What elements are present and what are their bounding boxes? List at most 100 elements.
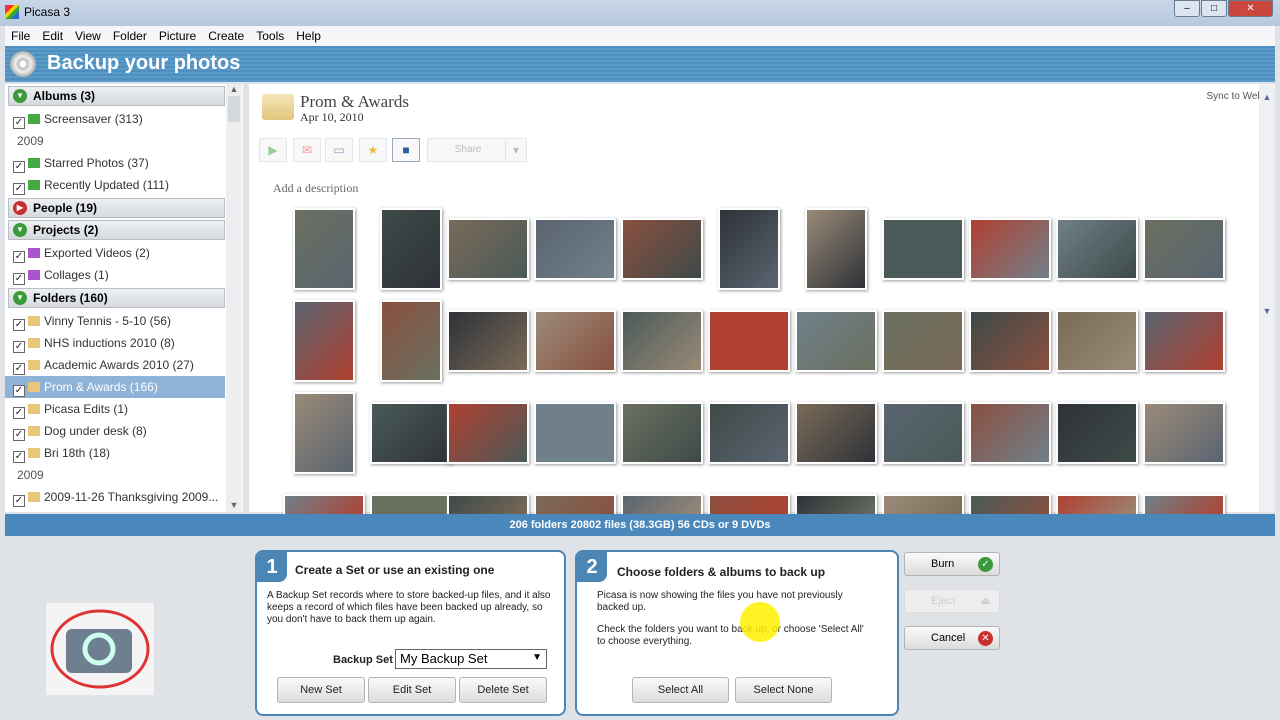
photo-thumbnail[interactable]: [795, 310, 877, 372]
sidebar-item[interactable]: ✓ Prom & Awards (166): [5, 376, 225, 398]
photo-thumbnail[interactable]: [969, 218, 1051, 280]
photo-thumbnail[interactable]: [534, 310, 616, 372]
checkbox[interactable]: ✓: [13, 451, 25, 463]
checkbox[interactable]: ✓: [13, 273, 25, 285]
checkbox[interactable]: ✓: [13, 183, 25, 195]
sidebar-item[interactable]: ✓ Picasa Edits (1): [5, 398, 225, 420]
sync-to-web-button[interactable]: Sync to Web: [1206, 91, 1263, 102]
photo-thumbnail[interactable]: [380, 300, 442, 382]
photo-thumbnail[interactable]: [1056, 310, 1138, 372]
cancel-button[interactable]: Cancel ✕: [904, 626, 1000, 650]
photo-thumbnail[interactable]: [882, 310, 964, 372]
photo-thumbnail[interactable]: [621, 310, 703, 372]
photo-thumbnail[interactable]: [293, 300, 355, 382]
photo-thumbnail[interactable]: [293, 208, 355, 290]
photo-thumbnail[interactable]: [1056, 402, 1138, 464]
expand-icon[interactable]: ▼: [13, 223, 27, 237]
sidebar-item[interactable]: ✓Christmas 2009 (56): [5, 508, 225, 512]
play-icon[interactable]: ▶: [259, 138, 287, 162]
photo-thumbnail[interactable]: [795, 402, 877, 464]
section-header[interactable]: ▼ Folders (160): [8, 288, 225, 308]
checkbox[interactable]: ✓: [13, 429, 25, 441]
select-none-button[interactable]: Select None: [735, 677, 832, 703]
sidebar-item[interactable]: ✓ Vinny Tennis - 5-10 (56): [5, 310, 225, 332]
delete-set-button[interactable]: Delete Set: [459, 677, 547, 703]
photo-thumbnail[interactable]: [969, 310, 1051, 372]
sidebar-item[interactable]: ✓ Collages (1): [5, 264, 225, 286]
photo-thumbnail[interactable]: [718, 208, 780, 290]
minimize-button[interactable]: –: [1174, 0, 1200, 17]
expand-icon[interactable]: ▼: [13, 291, 27, 305]
checkbox[interactable]: ✓: [13, 341, 25, 353]
photo-thumbnail[interactable]: [805, 208, 867, 290]
photo-thumbnail[interactable]: [621, 402, 703, 464]
menu-folder[interactable]: Folder: [107, 26, 153, 43]
select-all-button[interactable]: Select All: [632, 677, 729, 703]
sidebar-item[interactable]: ✓ Recently Updated (111): [5, 174, 225, 196]
edit-set-button[interactable]: Edit Set: [368, 677, 456, 703]
backup-set-select[interactable]: My Backup Set ▼: [395, 649, 547, 669]
photo-thumbnail[interactable]: [969, 402, 1051, 464]
photo-thumbnail[interactable]: [621, 218, 703, 280]
sidebar-item[interactable]: ✓ 2009-11-26 Thanksgiving 2009...: [5, 486, 225, 508]
photo-thumbnail[interactable]: [708, 310, 790, 372]
photo-thumbnail[interactable]: [447, 402, 529, 464]
sidebar-scrollbar[interactable]: ▲ ▼: [226, 84, 242, 512]
description-field[interactable]: Add a description: [273, 181, 358, 196]
burn-button[interactable]: Burn ✓: [904, 552, 1000, 576]
share-dropdown-icon[interactable]: ▾: [505, 138, 527, 162]
photo-thumbnail[interactable]: [1056, 218, 1138, 280]
photo-thumbnail[interactable]: [534, 402, 616, 464]
maximize-button[interactable]: □: [1201, 0, 1227, 17]
expand-icon[interactable]: ▼: [13, 89, 27, 103]
section-header[interactable]: ▼ Albums (3): [8, 86, 225, 106]
sidebar-item[interactable]: ✓ Academic Awards 2010 (27): [5, 354, 225, 376]
sidebar-item[interactable]: ✓ Starred Photos (37): [5, 152, 225, 174]
sidebar-item[interactable]: ✓ Screensaver (313): [5, 108, 225, 130]
menu-edit[interactable]: Edit: [36, 26, 69, 43]
photo-thumbnail[interactable]: [380, 208, 442, 290]
photo-thumbnail[interactable]: [882, 402, 964, 464]
photo-thumbnail[interactable]: [1143, 310, 1225, 372]
email-icon[interactable]: ✉: [293, 138, 321, 162]
share-button[interactable]: Share: [427, 138, 509, 162]
sidebar-item[interactable]: ✓ Bri 18th (18): [5, 442, 225, 464]
close-button[interactable]: ✕: [1228, 0, 1273, 17]
menu-tools[interactable]: Tools: [250, 26, 290, 43]
expand-icon[interactable]: ▶: [13, 201, 27, 215]
save-icon[interactable]: ■: [392, 138, 420, 162]
menu-help[interactable]: Help: [290, 26, 327, 43]
checkbox[interactable]: ✓: [13, 117, 25, 129]
checkbox[interactable]: ✓: [13, 407, 25, 419]
sidebar-item[interactable]: ✓ NHS inductions 2010 (8): [5, 332, 225, 354]
photo-thumbnail[interactable]: [293, 392, 355, 474]
new-set-button[interactable]: New Set: [277, 677, 365, 703]
print-icon[interactable]: ▭: [325, 138, 353, 162]
checkbox[interactable]: ✓: [13, 363, 25, 375]
checkbox[interactable]: ✓: [13, 385, 25, 397]
checkbox[interactable]: ✓: [13, 495, 25, 507]
photo-thumbnail[interactable]: [1143, 218, 1225, 280]
menu-create[interactable]: Create: [202, 26, 250, 43]
photo-thumbnail[interactable]: [1143, 402, 1225, 464]
photo-thumbnail[interactable]: [882, 218, 964, 280]
checkbox[interactable]: ✓: [13, 161, 25, 173]
menu-picture[interactable]: Picture: [153, 26, 202, 43]
eject-button[interactable]: Eject ⏏: [904, 589, 1000, 613]
menu-file[interactable]: File: [5, 26, 36, 43]
sidebar-item[interactable]: ✓ Exported Videos (2): [5, 242, 225, 264]
section-header[interactable]: ▶ People (19): [8, 198, 225, 218]
folder-icon: [28, 338, 40, 348]
photo-thumbnail[interactable]: [534, 218, 616, 280]
checkbox[interactable]: ✓: [13, 319, 25, 331]
sidebar-item[interactable]: ✓ Dog under desk (8): [5, 420, 225, 442]
checkbox[interactable]: ✓: [13, 251, 25, 263]
photo-thumbnail[interactable]: [447, 310, 529, 372]
photo-thumbnail[interactable]: [370, 402, 452, 464]
section-header[interactable]: ▼ Projects (2): [8, 220, 225, 240]
photo-thumbnail[interactable]: [708, 402, 790, 464]
star-icon[interactable]: ★: [359, 138, 387, 162]
photo-scrollbar[interactable]: ▲ ▼: [1259, 84, 1275, 512]
photo-thumbnail[interactable]: [447, 218, 529, 280]
menu-view[interactable]: View: [69, 26, 107, 43]
